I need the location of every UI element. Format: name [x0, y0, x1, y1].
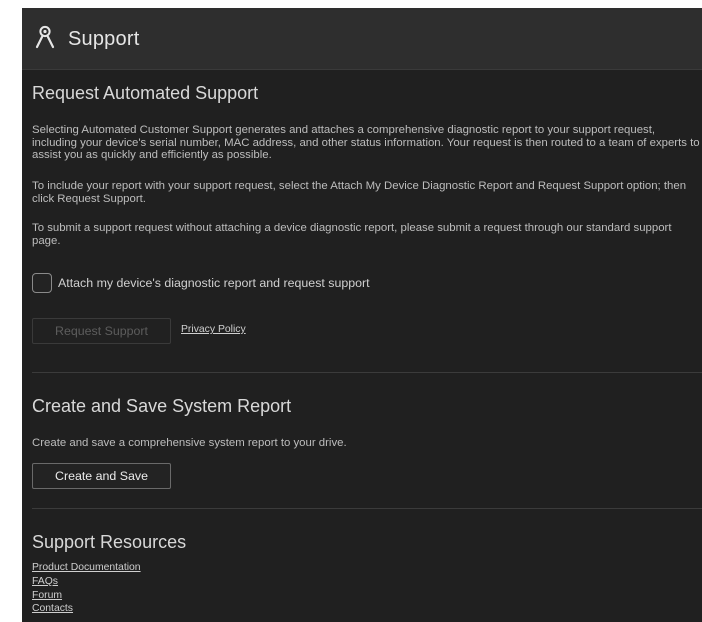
contacts-link[interactable]: Contacts — [32, 602, 141, 616]
attach-report-instructions: To include your report with your support… — [32, 180, 687, 205]
user-icon — [35, 25, 55, 49]
automated-support-title: Request Automated Support — [32, 83, 259, 103]
attach-report-checkbox[interactable] — [32, 273, 52, 293]
forum-link[interactable]: Forum — [32, 589, 141, 603]
standard-support-note: To submit a support request without atta… — [32, 222, 672, 247]
section-divider — [32, 372, 702, 373]
create-and-save-button[interactable]: Create and Save — [32, 463, 171, 489]
attach-report-option: Attach my device's diagnostic report and… — [32, 273, 370, 293]
automated-support-description: Selecting Automated Customer Support gen… — [32, 124, 700, 162]
attach-report-label[interactable]: Attach my device's diagnostic report and… — [58, 276, 370, 290]
page-header: Support — [22, 8, 702, 70]
privacy-policy-link[interactable]: Privacy Policy — [181, 324, 246, 335]
support-resources-title: Support Resources — [32, 532, 187, 552]
section-divider — [32, 508, 702, 509]
product-documentation-link[interactable]: Product Documentation — [32, 561, 141, 575]
system-report-title: Create and Save System Report — [32, 396, 292, 416]
faqs-link[interactable]: FAQs — [32, 575, 141, 589]
page-title: Support — [68, 28, 140, 50]
support-panel: Support Request Automated Support Select… — [22, 8, 702, 622]
system-report-description: Create and save a comprehensive system r… — [32, 437, 347, 449]
request-support-button[interactable]: Request Support — [32, 318, 171, 344]
support-resources-links: Product Documentation FAQs Forum Contact… — [32, 561, 141, 616]
